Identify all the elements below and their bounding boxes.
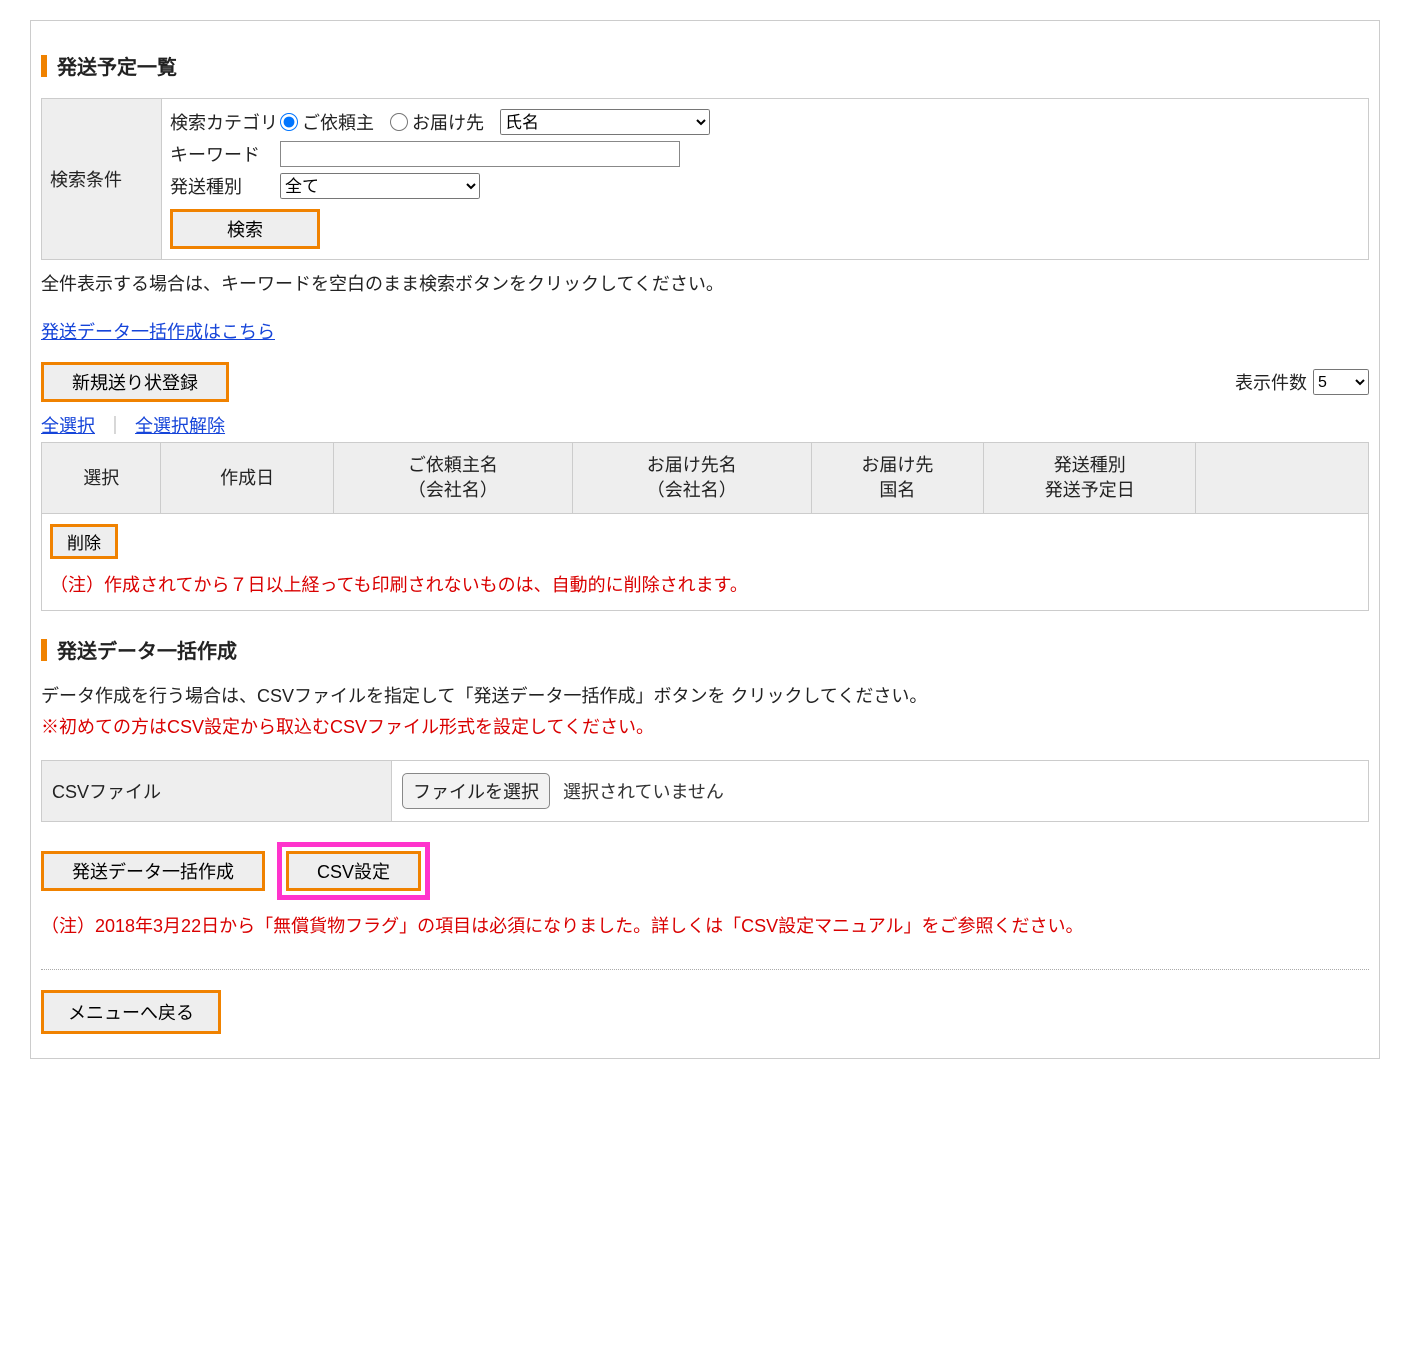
csv-mandatory-note: （注）2018年3月22日から「無償貨物フラグ」の項目は必須になりました。詳しく… xyxy=(41,912,1369,941)
search-conditions-label: 検索条件 xyxy=(42,99,162,260)
deselect-all-link[interactable]: 全選択解除 xyxy=(135,416,225,436)
col-action xyxy=(1196,443,1369,514)
section1-title: 発送予定一覧 xyxy=(57,51,177,80)
keyword-label: キーワード xyxy=(170,141,280,167)
file-state-text: 選択されていません xyxy=(563,782,724,802)
bulk-create-link[interactable]: 発送データ一括作成はこちら xyxy=(41,322,275,342)
field-select[interactable]: 氏名 xyxy=(500,109,710,135)
csv-file-label: CSVファイル xyxy=(42,760,392,821)
delete-button[interactable]: 削除 xyxy=(50,524,118,559)
bulk-create-heading: 発送データ一括作成 xyxy=(41,635,1369,664)
col-requester: ご依頼主名 （会社名） xyxy=(333,443,572,514)
keyword-input[interactable] xyxy=(280,141,680,167)
shipment-list-heading: 発送予定一覧 xyxy=(41,51,1369,80)
category-label: 検索カテゴリ xyxy=(170,109,280,135)
table-footer-row: 削除 （注）作成されてから７日以上経っても印刷されないものは、自動的に削除されま… xyxy=(42,514,1369,611)
radio-requester-label: ご依頼主 xyxy=(302,109,374,135)
ship-type-select[interactable]: 全て xyxy=(280,173,480,199)
col-destination: お届け先名 （会社名） xyxy=(572,443,811,514)
bulk-create-button[interactable]: 発送データ一括作成 xyxy=(41,851,265,891)
main-panel: 発送予定一覧 検索条件 検索カテゴリ ご依頼主 お届け先 氏名 xyxy=(30,20,1380,1059)
display-count-label: 表示件数 xyxy=(1235,369,1307,395)
csv-settings-button[interactable]: CSV設定 xyxy=(286,851,421,891)
accent-bar-icon xyxy=(41,55,47,77)
bulk-create-description: データ作成を行う場合は、CSVファイルを指定して「発送データ一括作成」ボタンを … xyxy=(41,682,1369,711)
shipment-list-table: 選択 作成日 ご依頼主名 （会社名） お届け先名 （会社名） お届け先 国名 発… xyxy=(41,442,1369,611)
separator: ｜ xyxy=(106,416,124,436)
search-helper-text: 全件表示する場合は、キーワードを空白のまま検索ボタンをクリックしてください。 xyxy=(41,270,1369,296)
accent-bar-icon xyxy=(41,639,47,661)
csv-file-table: CSVファイル ファイルを選択 選択されていません xyxy=(41,760,1369,822)
radio-destination[interactable] xyxy=(390,113,408,131)
highlight-annotation: CSV設定 xyxy=(277,842,430,900)
divider xyxy=(41,969,1369,970)
section2-title: 発送データ一括作成 xyxy=(57,635,237,664)
search-button[interactable]: 検索 xyxy=(170,209,320,249)
select-all-link[interactable]: 全選択 xyxy=(41,416,95,436)
auto-delete-note: （注）作成されてから７日以上経っても印刷されないものは、自動的に削除されます。 xyxy=(50,571,1360,600)
file-select-button[interactable]: ファイルを選択 xyxy=(402,773,550,809)
col-country: お届け先 国名 xyxy=(811,443,984,514)
new-slip-button[interactable]: 新規送り状登録 xyxy=(41,362,229,402)
csv-file-cell: ファイルを選択 選択されていません xyxy=(392,760,1369,821)
radio-requester[interactable] xyxy=(280,113,298,131)
first-time-note: ※初めての方はCSV設定から取込むCSVファイル形式を設定してください。 xyxy=(41,713,1369,742)
col-ship-type: 発送種別 発送予定日 xyxy=(984,443,1196,514)
ship-type-label: 発送種別 xyxy=(170,173,280,199)
display-count-select[interactable]: 5 xyxy=(1313,369,1369,395)
col-select: 選択 xyxy=(42,443,161,514)
col-created: 作成日 xyxy=(161,443,334,514)
search-conditions-table: 検索条件 検索カテゴリ ご依頼主 お届け先 氏名 キーワード xyxy=(41,98,1369,260)
radio-destination-label: お届け先 xyxy=(412,109,484,135)
search-conditions-cell: 検索カテゴリ ご依頼主 お届け先 氏名 キーワード 発 xyxy=(162,99,1369,260)
menu-back-button[interactable]: メニューへ戻る xyxy=(41,990,221,1034)
